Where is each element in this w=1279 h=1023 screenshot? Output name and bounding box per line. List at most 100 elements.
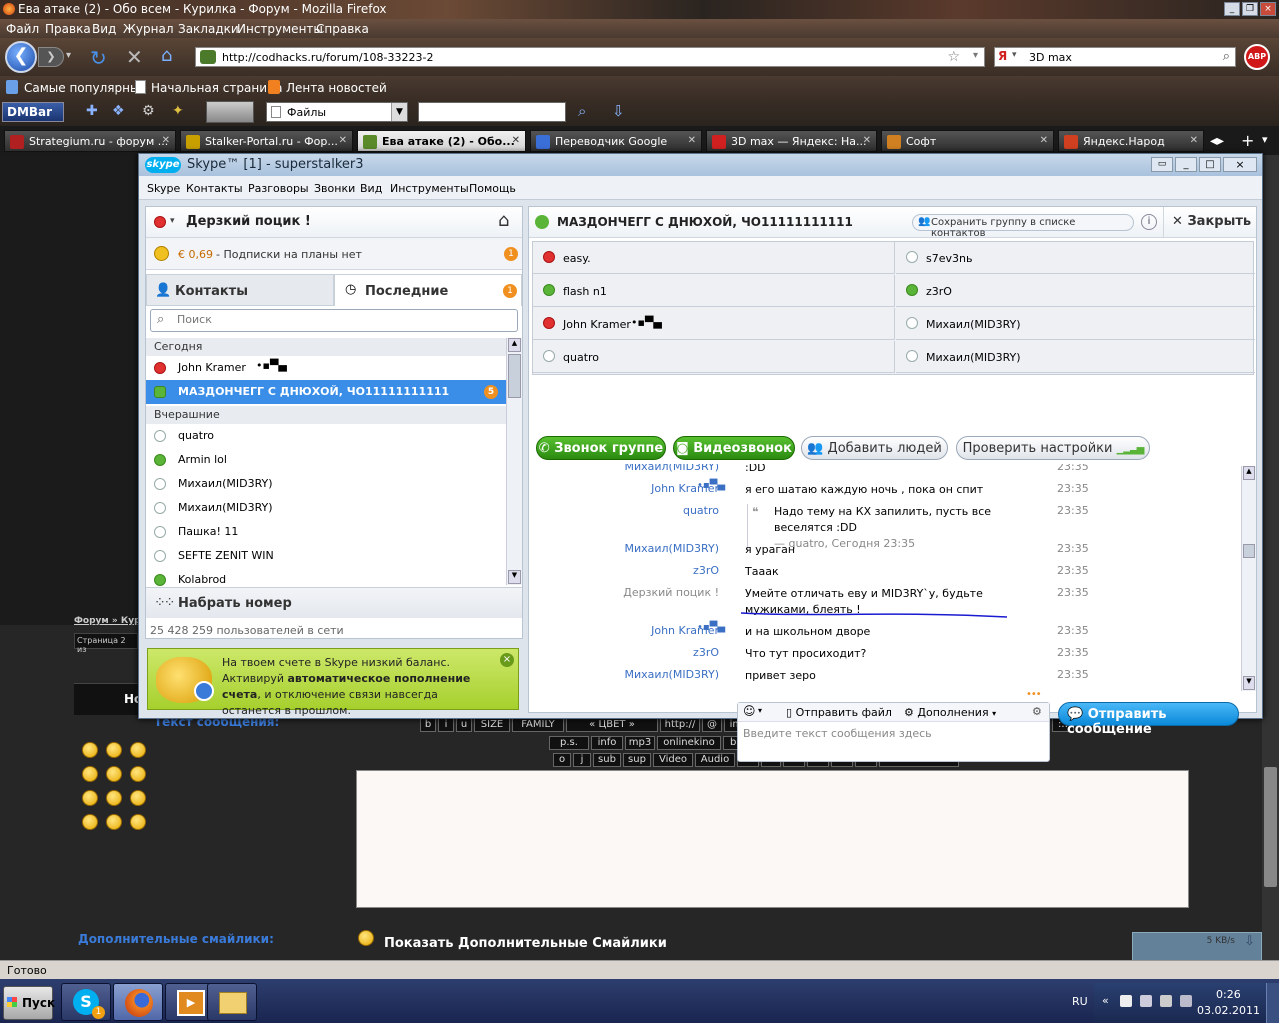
bbcode-button[interactable]: Video [653, 753, 693, 767]
send-file-button[interactable]: ▯ Отправить файл [786, 706, 892, 719]
bbcode-button[interactable]: http:// [660, 718, 700, 732]
scrollbar-thumb[interactable] [508, 354, 521, 398]
skype-compact-view-button[interactable]: ▭ [1151, 157, 1173, 172]
smiley-wink-icon[interactable] [106, 766, 122, 782]
skype-menu-contacts[interactable]: Контакты [186, 182, 243, 195]
taskbar-explorer[interactable] [207, 983, 257, 1021]
message-textarea[interactable] [356, 770, 1189, 908]
profile-name[interactable]: Дерзкий поцик ! [186, 214, 311, 229]
show-desktop-button[interactable] [1266, 983, 1279, 1023]
scroll-up-icon[interactable]: ▲ [508, 338, 521, 352]
tab-recent[interactable]: ◷ Последние 1 [334, 274, 522, 306]
participant-item[interactable]: John Kramer •▪▀▄ [533, 308, 895, 340]
tab-2[interactable]: Stalker-Portal.ru - Фор... ✕ [180, 130, 353, 152]
url-input[interactable]: http://codhacks.ru/forum/108-33223-2 ☆ ▾ [195, 47, 985, 67]
maximize-button[interactable]: ❐ [1242, 2, 1258, 16]
dmbar-logo[interactable]: DMBar [2, 102, 64, 122]
bbcode-button[interactable]: sup [623, 753, 651, 767]
bbcode-button[interactable]: i [438, 718, 454, 732]
breadcrumb-forum[interactable]: Форум [74, 616, 109, 626]
recent-item[interactable]: Пашка! 11 [146, 520, 506, 544]
tab-close-icon[interactable]: ✕ [512, 135, 520, 146]
skype-maximize-button[interactable]: □ [1199, 157, 1221, 172]
flag-icon[interactable] [1120, 995, 1132, 1007]
balance-bar[interactable]: € 0,69 - Подписки на планы нет 1 [146, 238, 522, 270]
skype-minimize-button[interactable]: _ [1175, 157, 1197, 172]
volume-icon[interactable] [1160, 995, 1172, 1007]
add-people-button[interactable]: 👥 Добавить людей [801, 436, 948, 460]
tray-app-icon[interactable] [1180, 995, 1192, 1007]
balance-value[interactable]: € 0,69 [178, 248, 213, 261]
adblock-icon[interactable]: ABP [1244, 44, 1270, 70]
skype-menu-skype[interactable]: Skype [147, 182, 180, 195]
download-arrow-icon[interactable]: ⇩ [612, 102, 625, 120]
yandex-icon[interactable]: Я [998, 49, 1007, 63]
menu-view[interactable]: Вид [92, 22, 116, 36]
bbcode-button[interactable]: sub [593, 753, 621, 767]
check-settings-button[interactable]: Проверить настройки ▁▂▃▅ [956, 436, 1150, 460]
bookmark-popular[interactable]: Самые популярные [24, 81, 147, 95]
all-tabs-icon[interactable]: ▾ [1262, 133, 1268, 146]
reload-icon[interactable]: ↻ [90, 46, 107, 70]
files-select[interactable]: Файлы ▼ [266, 102, 408, 122]
bookmark-star-icon[interactable]: ☆ [947, 49, 960, 65]
tab-7[interactable]: Яндекс.Народ ✕ [1058, 130, 1204, 152]
smiley-confused-icon[interactable] [106, 814, 122, 830]
back-button[interactable]: ❮ [5, 41, 37, 73]
message-author[interactable]: quatro [683, 504, 719, 517]
forum-tab-fragment[interactable]: Но [74, 683, 142, 715]
participant-item[interactable]: Михаил(MID3RY) [896, 341, 1255, 373]
compose-settings-icon[interactable]: ⚙ [1032, 705, 1042, 718]
contact-list-scrollbar[interactable]: ▲ ▼ [506, 338, 522, 585]
star-plus-icon[interactable]: ✦ [172, 103, 184, 119]
recent-item[interactable]: SEFTE ZENIT WIN [146, 544, 506, 568]
recent-item[interactable]: John Kramer •▪▀▄ [146, 356, 506, 380]
bbcode-button[interactable]: onlinekino [657, 736, 721, 750]
tab-close-icon[interactable]: ✕ [688, 135, 696, 146]
participant-item[interactable]: s7ev3nь [896, 242, 1255, 274]
search-engine-dropdown-icon[interactable]: ▾ [1012, 50, 1017, 60]
low-balance-banner[interactable]: На твоем счете в Skype низкий баланс. Ак… [147, 648, 519, 717]
menu-history[interactable]: Журнал [123, 22, 174, 36]
bookmark-start-page[interactable]: Начальная страница [151, 81, 283, 95]
tab-6[interactable]: Софт ✕ [881, 130, 1054, 152]
smiley-tongue-icon[interactable] [82, 814, 98, 830]
skype-menu-conversations[interactable]: Разговоры [248, 182, 309, 195]
chat-scrollbar[interactable]: ▲ ▼ [1241, 466, 1256, 691]
status-dropdown-icon[interactable]: ▾ [170, 216, 175, 226]
dial-number-button[interactable]: ⁘⁘ Набрать номер [146, 587, 522, 618]
chat-scrollbar-thumb[interactable] [1243, 544, 1255, 558]
plus-icon[interactable]: ✚ [86, 103, 98, 119]
message-author[interactable]: Михаил(MID3RY) [624, 668, 719, 681]
participant-item[interactable]: Михаил(MID3RY) [896, 308, 1255, 340]
chevron-down-icon[interactable]: ▼ [391, 103, 407, 121]
group-call-button[interactable]: ✆ Звонок группе [536, 436, 666, 460]
stop-icon[interactable]: ✕ [126, 45, 143, 69]
taskbar-skype[interactable]: S 1 [61, 983, 111, 1021]
skype-menu-tools[interactable]: Инструменты [390, 182, 469, 195]
bbcode-button[interactable]: info [591, 736, 623, 750]
puzzle-icon[interactable]: ❖ [112, 103, 125, 119]
recent-item[interactable]: Михаил(MID3RY) [146, 496, 506, 520]
participant-item[interactable]: flash n1 [533, 275, 895, 307]
participant-item[interactable]: z3rO [896, 275, 1255, 307]
recent-item[interactable]: quatro [146, 424, 506, 448]
close-window-button[interactable]: × [1260, 2, 1276, 16]
smiley-surprised-icon[interactable] [130, 790, 146, 806]
chat-scroll-down-icon[interactable]: ▼ [1243, 676, 1255, 690]
search-input[interactable]: Я ▾ 3D max ⌕ [994, 47, 1236, 67]
tray-expand-icon[interactable]: « [1102, 994, 1109, 1007]
recent-item[interactable]: Armin lol [146, 448, 506, 472]
participant-item[interactable]: quatro [533, 341, 895, 373]
search-icon[interactable]: ⌕ [1223, 49, 1230, 64]
banner-close-icon[interactable]: × [500, 653, 514, 667]
extra-smileys-icon[interactable] [358, 930, 374, 946]
smiley-cry-icon[interactable] [82, 766, 98, 782]
message-author[interactable]: z3rO [693, 564, 719, 577]
home-icon[interactable]: ⌂ [498, 210, 509, 231]
bbcode-button[interactable]: u [456, 718, 472, 732]
start-button[interactable]: Пуск [3, 986, 55, 1020]
tab-4[interactable]: Переводчик Google ✕ [530, 130, 702, 152]
emoticon-dropdown-icon[interactable]: ▾ [758, 706, 762, 715]
smiley-cool-icon[interactable] [130, 742, 146, 758]
